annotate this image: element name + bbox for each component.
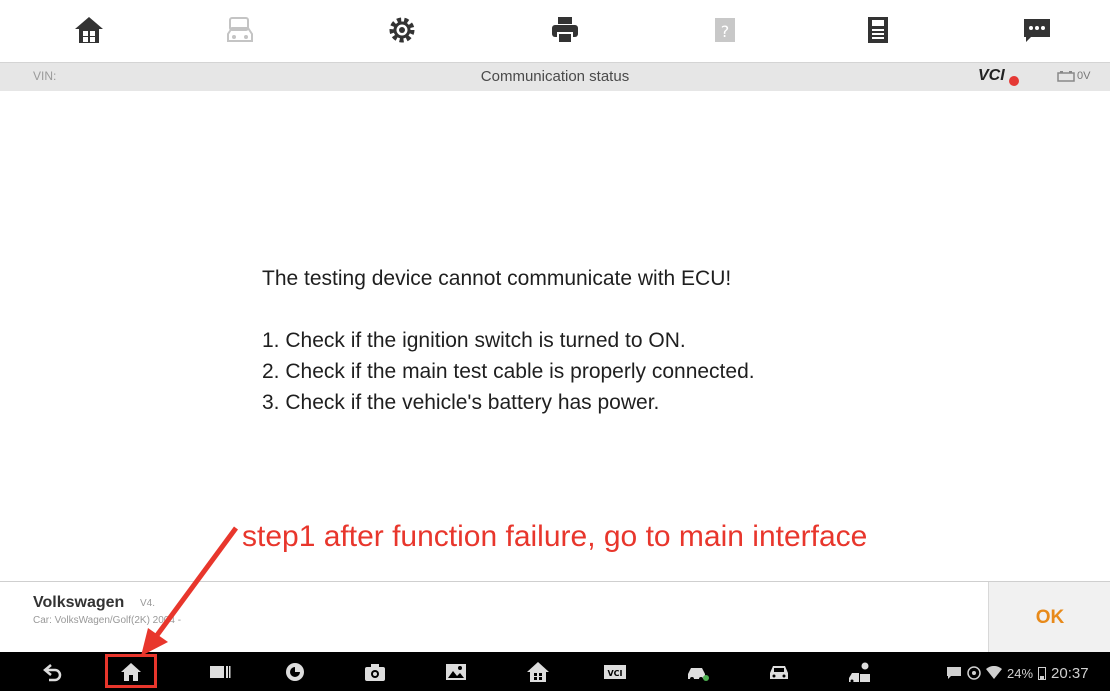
home-icon[interactable] <box>116 658 146 686</box>
service-icon[interactable] <box>845 658 875 686</box>
vci-status-label: VCI <box>978 67 1005 84</box>
vehicle-make: Volkswagen <box>33 594 125 611</box>
battery-icon <box>1057 71 1075 82</box>
software-version: V4. <box>140 598 156 609</box>
status-bar: VIN: Communication status VCI 0V <box>0 62 1110 92</box>
battery-percent: 24% <box>1007 665 1034 681</box>
browser-icon[interactable] <box>280 658 310 686</box>
vehicle-icon[interactable] <box>222 12 258 48</box>
annotation-text: step1 after function failure, go to main… <box>242 520 868 553</box>
help-icon[interactable]: ? <box>707 12 743 48</box>
message-panel: The testing device cannot communicate wi… <box>0 91 1110 581</box>
system-tray: 24% 20:37 <box>946 663 1089 683</box>
vci-icon[interactable]: VCI <box>600 658 630 686</box>
voltage-readout: 0V <box>1077 70 1091 82</box>
top-toolbar: ? <box>0 0 1110 62</box>
check-step: 1. Check if the ignition switch is turne… <box>262 329 686 352</box>
print-icon[interactable] <box>547 12 583 48</box>
svg-text:VCI: VCI <box>607 669 622 678</box>
vehicle-info-bar: Volkswagen V4. Car: VolksWagen/Golf(2K) … <box>0 581 1110 653</box>
clock: 20:37 <box>1051 664 1089 682</box>
battery-level-icon <box>1038 667 1047 680</box>
chat-notification-icon <box>947 667 961 679</box>
back-icon[interactable] <box>38 658 68 686</box>
wifi-icon <box>986 666 1002 679</box>
check-step: 2. Check if the main test cable is prope… <box>262 360 755 383</box>
vehicle-diag-icon[interactable] <box>683 658 713 686</box>
message-icon[interactable] <box>1019 12 1055 48</box>
image-icon[interactable] <box>441 658 471 686</box>
vehicle-detail: Car: VolksWagen/Golf(2K) 2004 - <box>33 615 182 626</box>
ok-button[interactable]: OK <box>988 582 1110 653</box>
page-title: Communication status <box>480 68 630 85</box>
error-heading: The testing device cannot communicate wi… <box>262 267 732 290</box>
save-icon[interactable] <box>860 12 896 48</box>
home-icon[interactable] <box>71 12 107 48</box>
camera-icon[interactable] <box>360 658 390 686</box>
app-home-icon[interactable] <box>523 658 553 686</box>
error-message: The testing device cannot communicate wi… <box>262 263 755 418</box>
system-nav-bar: VCI 24% 20:37 <box>0 652 1110 691</box>
check-step: 3. Check if the vehicle's battery has po… <box>262 391 660 414</box>
vci-disconnected-icon <box>1009 76 1019 86</box>
svg-text:?: ? <box>721 22 730 41</box>
settings-icon[interactable] <box>384 12 420 48</box>
recent-apps-icon[interactable] <box>205 658 235 686</box>
app-notification-icon <box>967 666 981 680</box>
car-icon[interactable] <box>764 658 794 686</box>
